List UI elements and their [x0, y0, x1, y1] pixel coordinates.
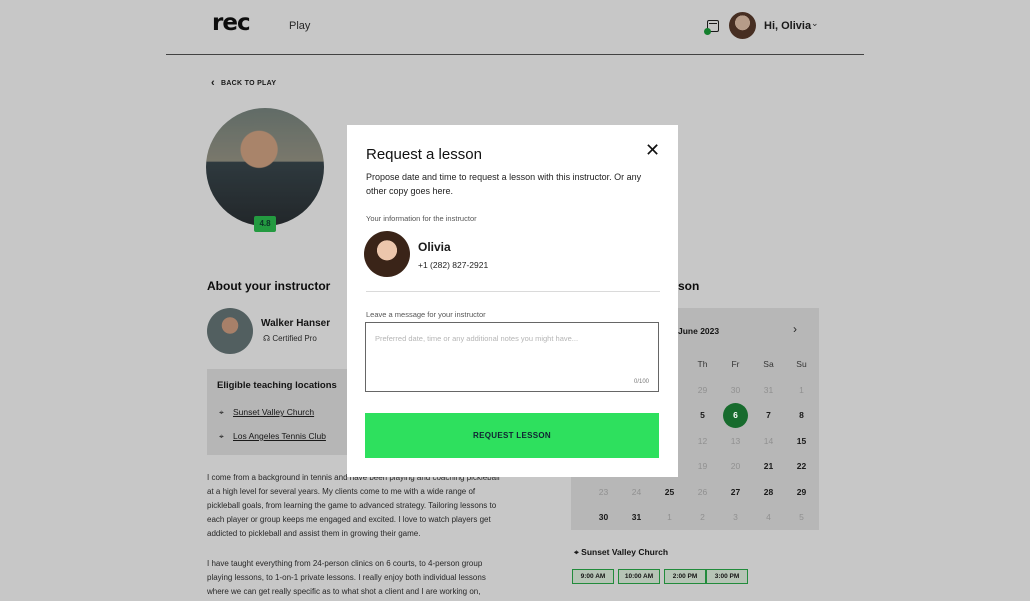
modal-description: Propose date and time to request a lesso…: [366, 172, 642, 196]
message-label: Leave a message for your instructor: [366, 310, 486, 319]
info-label: Your information for the instructor: [366, 214, 477, 223]
user-name: Olivia: [418, 240, 451, 254]
user-avatar-large: [364, 231, 410, 277]
request-lesson-button[interactable]: REQUEST LESSON: [365, 413, 659, 458]
modal-title: Request a lesson: [366, 146, 482, 163]
message-textarea[interactable]: [365, 322, 659, 392]
request-lesson-modal: Request a lesson ✕ Propose date and time…: [347, 125, 678, 477]
selected-day-label: 6: [733, 410, 738, 420]
character-count: 0/100: [634, 379, 650, 385]
close-icon[interactable]: ✕: [645, 140, 660, 161]
divider: [366, 291, 660, 292]
user-phone: +1 (282) 827-2921: [418, 260, 489, 270]
